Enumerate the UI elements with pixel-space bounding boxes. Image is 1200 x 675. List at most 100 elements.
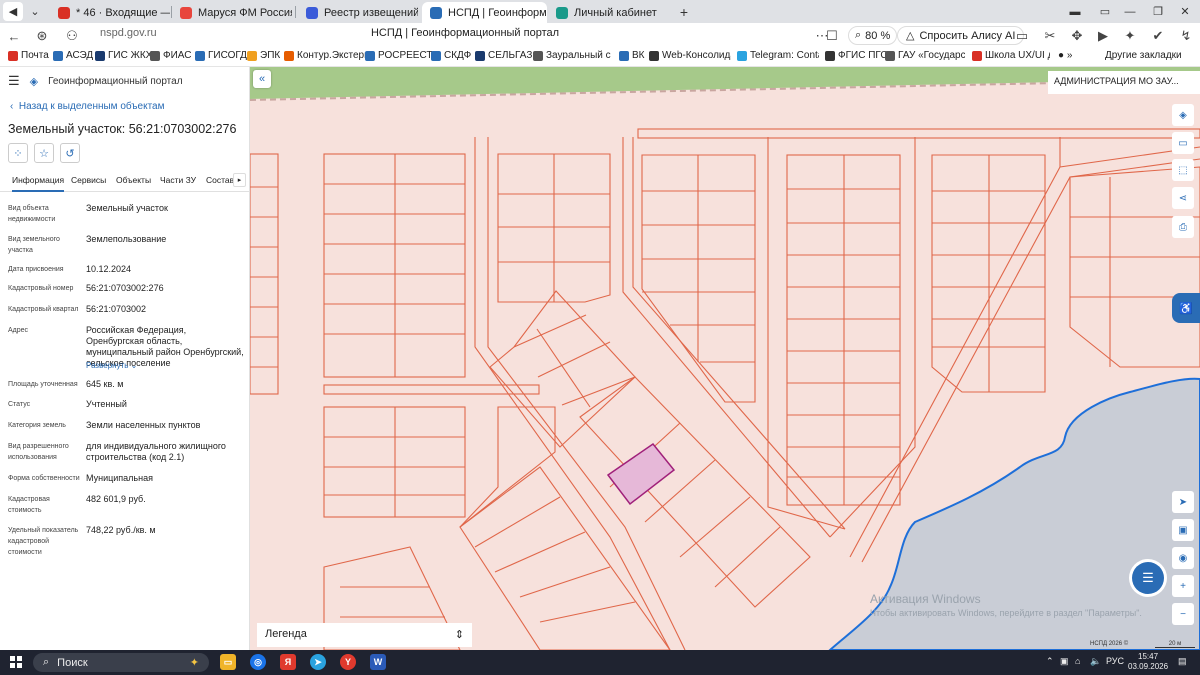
bookmark-item[interactable]: ВК — [619, 50, 645, 61]
cadastral-map[interactable]: « АДМИНИСТРАЦИЯ МО ЗАУ... ◈ ▭ ⬚ ⋖ ⎙ ♿ ➤ … — [250, 67, 1200, 650]
tray-monitor-icon[interactable]: ▣ — [1060, 656, 1069, 667]
bookmark-item[interactable]: ГАУ «Государств — [885, 50, 965, 61]
bookmark-item[interactable]: ЭПК — [247, 50, 280, 61]
measure-button[interactable]: ▭ — [1172, 132, 1194, 154]
accessibility-tab[interactable]: ♿ — [1172, 293, 1200, 323]
address-bar: ← ⊛ ⚇ nspd.gov.ru НСПД | Геоинформационн… — [0, 23, 1200, 48]
administration-select[interactable]: АДМИНИСТРАЦИЯ МО ЗАУ... — [1048, 71, 1200, 94]
bookmark-item[interactable]: Почта — [8, 50, 49, 61]
tabs-scroll-right-button[interactable]: ▸ — [233, 173, 246, 187]
telegram-icon[interactable]: ➤ — [310, 654, 326, 670]
tab-information[interactable]: Информация — [12, 175, 65, 192]
geolocation-button[interactable]: ➤ — [1172, 491, 1194, 513]
bookmark-item[interactable]: АСЭД — [53, 50, 93, 61]
media-play-icon[interactable]: ▶ — [1093, 26, 1113, 46]
bookmark-item[interactable]: СКДФ — [431, 50, 471, 61]
copilot-icon[interactable]: ✦ — [1120, 26, 1140, 46]
highlight-object-button[interactable]: ⁘ — [8, 143, 28, 163]
profile-icon[interactable]: ↯ — [1176, 26, 1196, 46]
tab-audio-icon[interactable]: ◀ — [3, 2, 23, 21]
vpn-icon[interactable]: ✔ — [1148, 26, 1168, 46]
tab-composition[interactable]: Состав — [206, 175, 234, 185]
history-button[interactable]: ↺ — [60, 143, 80, 163]
extensions-icon[interactable]: ✥ — [1067, 26, 1087, 46]
expand-address-link[interactable]: Развернуть ⌄ — [86, 360, 246, 371]
back-to-selection-link[interactable]: ‹ Назад к выделенным объектам — [10, 101, 165, 112]
map-canvas[interactable] — [250, 67, 1200, 650]
chrome-icon[interactable]: ◎ — [250, 654, 266, 670]
zoom-out-button[interactable]: − — [1172, 603, 1194, 625]
browser-tab-mail[interactable]: * 46 · Входящие — Яндекс — [50, 2, 170, 23]
field-label: Адрес — [8, 327, 29, 334]
legend-panel[interactable]: Легенда ⇕ — [257, 623, 472, 647]
favorite-button[interactable]: ☆ — [34, 143, 54, 163]
tray-chevron-icon[interactable]: ⌃ — [1046, 656, 1054, 667]
tab-list-chevron-icon[interactable]: ⌄ — [25, 2, 45, 21]
bookmark-item[interactable]: ГИС ЖКХ — [95, 50, 152, 61]
taskbar-search[interactable]: ⌕ Поиск ✦ — [33, 653, 209, 672]
bookmark-item[interactable]: РОСРЕЕСТР — [365, 50, 439, 61]
bookmark-item[interactable]: Контур.Экстерн — [284, 50, 370, 61]
other-bookmarks[interactable]: Другие закладки — [1105, 50, 1182, 61]
bookmark-item[interactable]: Web-Консолида — [649, 50, 731, 61]
zoom-search-icon: ⌕ — [855, 29, 862, 41]
zoom-button[interactable]: ⌕ 80 % — [848, 26, 898, 45]
portal-name: Геоинформационный портал — [48, 75, 183, 87]
bookmark-label: Web-Консолида — [662, 50, 731, 61]
tab-parcel-parts[interactable]: Части ЗУ — [160, 175, 196, 185]
zoom-in-button[interactable]: + — [1172, 575, 1194, 597]
selected-parcel[interactable] — [606, 442, 676, 506]
bookmark-item[interactable]: Telegram: Contac — [737, 50, 819, 61]
tray-volume-icon[interactable]: 🔈 — [1090, 656, 1101, 667]
basemap-button[interactable]: ▣ — [1172, 519, 1194, 541]
close-window-button[interactable]: ✕ — [1175, 2, 1195, 21]
tray-network-icon[interactable]: ⌂ — [1075, 656, 1080, 666]
tab-label: Маруся ФМ Россия — [198, 6, 292, 19]
field-label: Дата присвоения — [8, 266, 64, 273]
pin-icon: ◉ — [1178, 552, 1188, 564]
collapse-sidebar-button[interactable]: « — [253, 70, 271, 88]
tab-services[interactable]: Сервисы — [71, 175, 106, 185]
bookmark-item[interactable]: ФИАС — [150, 50, 191, 61]
new-tab-button[interactable]: + — [674, 2, 694, 21]
browser-tab-cabinet[interactable]: Личный кабинет — [548, 2, 668, 23]
alice-button[interactable]: △ Спросить Алису AI — [897, 26, 1025, 45]
hamburger-menu-icon[interactable]: ☰ — [8, 73, 20, 89]
minimize-button[interactable]: — — [1120, 2, 1140, 21]
language-indicator[interactable]: РУС — [1106, 656, 1124, 666]
administration-label: АДМИНИСТРАЦИЯ МО ЗАУ... — [1054, 76, 1179, 86]
page-title: НСПД | Геоинформационный портал — [370, 27, 560, 39]
bookmark-item[interactable]: ФГИС ПГС — [825, 50, 888, 61]
yandex-browser-icon[interactable]: Я — [280, 654, 296, 670]
tab-objects[interactable]: Объекты — [116, 175, 151, 185]
bookmark-item[interactable]: Зауральный сел — [533, 50, 611, 61]
yandex-app-icon[interactable]: Y — [340, 654, 356, 670]
browser-tab-marusya[interactable]: Маруся ФМ Россия ✕ — [172, 2, 292, 23]
layers-button[interactable]: ◈ — [1172, 104, 1194, 126]
location-pin-button[interactable]: ◉ — [1172, 547, 1194, 569]
maximize-button[interactable]: ❐ — [1148, 2, 1168, 21]
field-value: Учтенный — [86, 399, 127, 409]
bookmark-item[interactable]: ГИСОГД — [195, 50, 247, 61]
taskbar-clock[interactable]: 15:47 03.09.2026 — [1128, 652, 1168, 672]
select-area-button[interactable]: ⬚ — [1172, 159, 1194, 181]
bookmark-item[interactable]: Школа UX/UI ди — [972, 50, 1050, 61]
chat-button[interactable]: ☰ — [1132, 562, 1164, 594]
file-explorer-icon[interactable]: ▭ — [220, 654, 236, 670]
bookmark-icon[interactable]: ☐ — [822, 26, 842, 46]
windows-start-icon[interactable] — [10, 656, 22, 668]
bookmark-item[interactable]: СЕЛЬГАЗ — [475, 50, 532, 61]
bookmarks-more-icon[interactable]: ● » — [1058, 50, 1072, 61]
reader-mode-icon[interactable]: ▭ — [1012, 26, 1032, 46]
browser-tab-registry[interactable]: Реестр извещений — [298, 2, 418, 23]
word-icon[interactable]: W — [370, 654, 386, 670]
notifications-icon[interactable]: ▤ — [1178, 656, 1187, 667]
share-button[interactable]: ⋖ — [1172, 187, 1194, 209]
double-chevron-left-icon: « — [258, 73, 266, 85]
print-button[interactable]: ⎙ — [1172, 216, 1194, 238]
tools-icon[interactable]: ✂ — [1040, 26, 1060, 46]
downloads-icon[interactable]: ▬ — [1065, 2, 1085, 21]
browser-tab-nspd[interactable]: НСПД | Геоинформацион ✕ — [422, 2, 547, 23]
navigation-arrow-icon: ➤ — [1178, 496, 1188, 508]
bookmark-manager-icon[interactable]: ▭ — [1095, 2, 1115, 21]
